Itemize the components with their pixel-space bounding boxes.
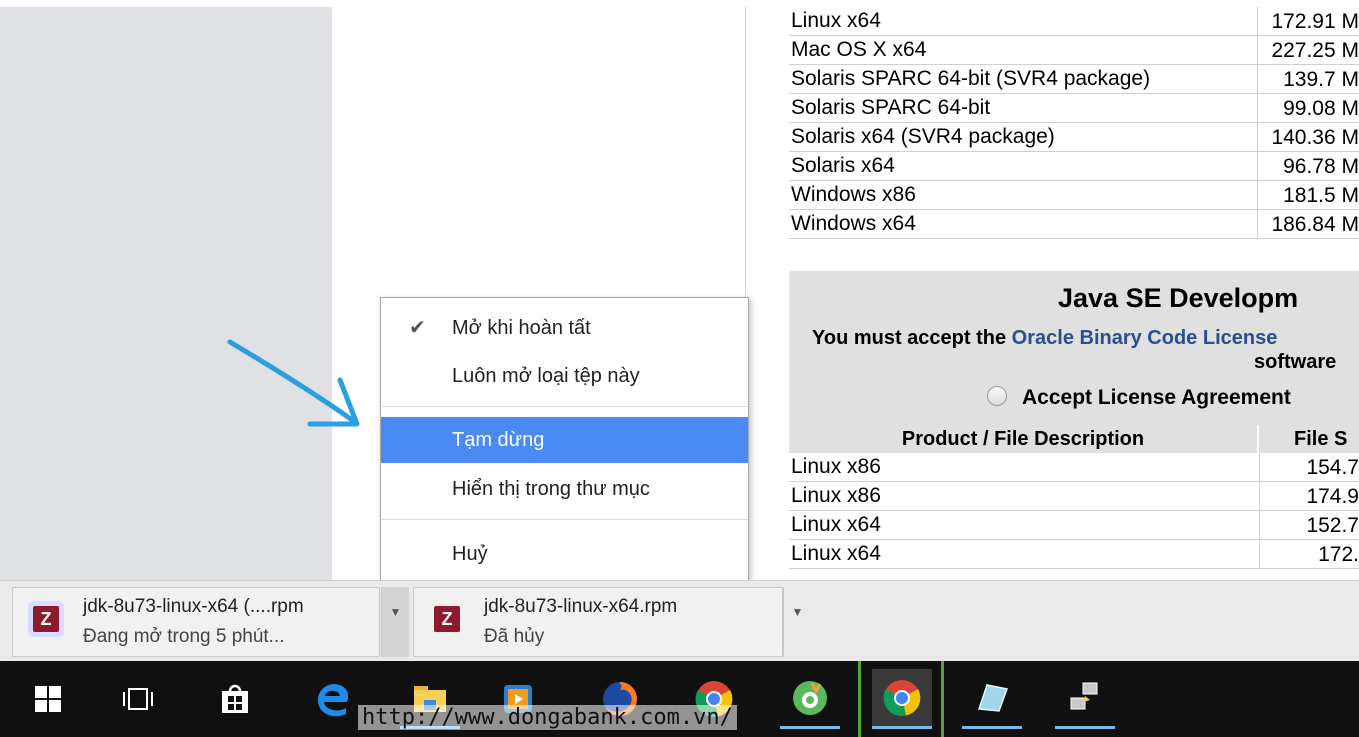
top-strip (0, 0, 1359, 7)
left-gray-panel (0, 0, 332, 580)
table-row: Windows x86 181.5 M (789, 181, 1359, 210)
download-context-menu: ✔ Mở khi hoàn tất Luôn mở loại tệp này T… (380, 297, 749, 583)
menu-item-always-open-type[interactable]: Luôn mở loại tệp này (381, 353, 748, 399)
table-row: Solaris x64 (SVR4 package) 140.36 M (789, 123, 1359, 152)
table-header: Product / File Description File S (789, 425, 1359, 453)
accept-license-label[interactable]: Accept License Agreement (1022, 386, 1291, 410)
license-notice: You must accept the Oracle Binary Code L… (812, 327, 1278, 349)
accept-license-radio[interactable] (987, 386, 1007, 406)
download-item[interactable]: Z jdk-8u73-linux-x64 (....rpm Đang mở tr… (12, 587, 380, 657)
table-row: Linux x86 154.7 (789, 453, 1359, 482)
download-status: Đang mở trong 5 phút... (83, 626, 285, 647)
java-se-section: Java SE Developm You must accept the Ora… (789, 271, 1359, 391)
table-row: Linux x86 174.9 (789, 482, 1359, 511)
menu-item-show-in-folder[interactable]: Hiển thị trong thư mục (381, 466, 748, 512)
license-link[interactable]: Oracle Binary Code License (1012, 327, 1278, 349)
menu-separator (381, 519, 748, 520)
oracle-download-page: Linux x64 172.91 M Mac OS X x64 227.25 M S… (747, 7, 1359, 580)
download-table-top: Linux x64 172.91 M Mac OS X x64 227.25 M S… (789, 7, 1359, 239)
coccoc-icon[interactable] (780, 669, 840, 729)
checkmark-icon: ✔ (409, 317, 426, 339)
task-view-icon[interactable] (108, 669, 168, 729)
table-row: Mac OS X x64 227.25 M (789, 36, 1359, 65)
download-menu-caret-icon[interactable]: ▼ (381, 587, 409, 657)
windows-start-icon[interactable] (18, 669, 78, 729)
table-row: Linux x64 172.91 M (789, 7, 1359, 36)
table-row: Windows x64 186.84 M (789, 210, 1359, 239)
table-row: Solaris SPARC 64-bit 99.08 M (789, 94, 1359, 123)
menu-separator (381, 406, 748, 407)
download-filename: jdk-8u73-linux-x64.rpm (484, 596, 678, 617)
table-row: Solaris SPARC 64-bit (SVR4 package) 139.7… (789, 65, 1359, 94)
table-row: Linux x64 152.7 (789, 511, 1359, 540)
annotation-arrow-icon (227, 339, 360, 427)
column-header-size: File S (1294, 428, 1348, 450)
filezilla-file-icon: Z (434, 606, 460, 632)
menu-item-pause[interactable]: Tạm dừng (381, 417, 748, 463)
download-table-bottom: Linux x86 154.7 Linux x86 174.9 Linux x64 1… (789, 453, 1359, 569)
table-row: Linux x64 172. (789, 540, 1359, 569)
menu-item-cancel[interactable]: Huỷ (381, 531, 748, 577)
column-header-description: Product / File Description (789, 425, 1259, 453)
overlay-url-text: http://www.dongabank.com.vn/ (358, 705, 737, 730)
download-menu-caret-icon[interactable]: ▼ (783, 587, 811, 657)
glass-app-icon[interactable] (962, 669, 1022, 729)
filezilla-file-icon: Z (33, 606, 59, 632)
menu-item-open-when-done[interactable]: ✔ Mở khi hoàn tất (381, 305, 748, 351)
java-section-title: Java SE Developm (1058, 283, 1299, 313)
table-row: Solaris x64 96.78 M (789, 152, 1359, 181)
license-notice-software: software (1254, 351, 1337, 373)
download-shelf: Z jdk-8u73-linux-x64 (....rpm Đang mở tr… (0, 580, 1359, 661)
download-status: Đã hủy (484, 626, 545, 647)
edge-icon[interactable] (303, 669, 363, 729)
chrome-active-icon[interactable] (872, 669, 932, 729)
download-filename: jdk-8u73-linux-x64 (....rpm (83, 596, 304, 617)
store-icon[interactable] (205, 669, 265, 729)
download-item[interactable]: Z jdk-8u73-linux-x64.rpm Đã hủy (413, 587, 783, 657)
network-app-icon[interactable] (1055, 669, 1115, 729)
